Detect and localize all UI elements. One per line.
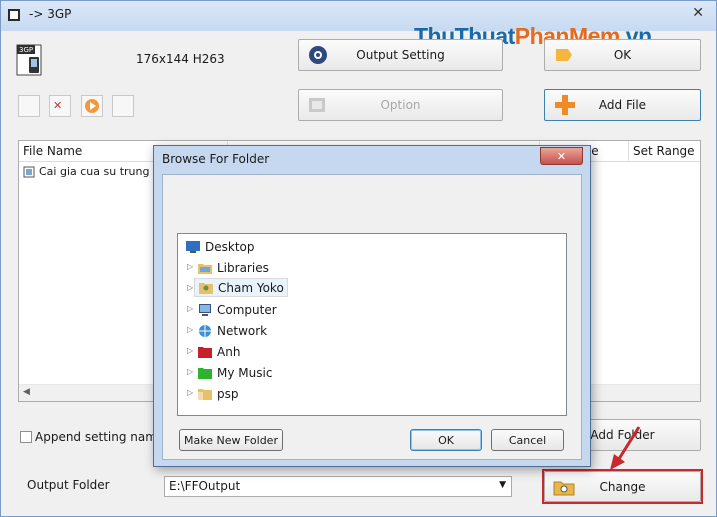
expand-icon[interactable]: ▷	[187, 304, 193, 313]
ok-button[interactable]: OK	[544, 39, 701, 71]
expand-icon[interactable]: ▷	[187, 388, 193, 397]
user-folder-icon	[199, 282, 213, 294]
red-arrow-icon	[610, 426, 641, 470]
column-file-name[interactable]: File Name	[23, 144, 82, 158]
dialog-ok-button[interactable]: OK	[410, 429, 482, 451]
append-setting-checkbox[interactable]	[20, 431, 32, 443]
3gp-file-icon: 3GP	[16, 44, 42, 76]
tree-item-cham-yoko[interactable]: Cham Yoko	[194, 278, 288, 297]
tree-item-psp[interactable]: psp	[194, 384, 242, 403]
dialog-close-button[interactable]: ✕	[540, 147, 583, 165]
info-icon[interactable]	[112, 95, 134, 117]
film-icon	[309, 98, 325, 112]
remove-icon[interactable]: ✕	[49, 95, 71, 117]
highlight-box	[542, 469, 703, 504]
folder-green-icon	[198, 367, 212, 379]
libraries-icon	[198, 263, 212, 274]
format-info: 176x144 H263	[136, 52, 225, 66]
option-button[interactable]: Option	[298, 89, 503, 121]
expand-icon[interactable]: ▷	[187, 262, 193, 271]
expand-icon[interactable]: ▷	[187, 346, 193, 355]
dialog-title: Browse For Folder	[162, 152, 270, 166]
add-file-button[interactable]: Add File	[544, 89, 701, 121]
expand-icon[interactable]: ▷	[187, 325, 193, 334]
list-item[interactable]: Cai gia cua su trung thu	[23, 165, 171, 178]
video-file-icon	[23, 166, 35, 177]
dialog-cancel-button[interactable]: Cancel	[491, 429, 564, 451]
desktop-icon	[186, 240, 200, 253]
tree-item-my-music[interactable]: My Music	[194, 363, 275, 382]
output-folder-label: Output Folder	[27, 478, 110, 492]
window-title: -> 3GP	[29, 7, 72, 21]
make-new-folder-button[interactable]: Make New Folder	[179, 429, 283, 451]
dialog-body: Desktop ▷ Libraries ▷ Cham Yoko ▷ Comput…	[162, 174, 582, 460]
column-set-range[interactable]: Set Range	[633, 144, 695, 158]
output-setting-button[interactable]: Output Setting	[298, 39, 503, 71]
folder-tree[interactable]: Desktop ▷ Libraries ▷ Cham Yoko ▷ Comput…	[177, 233, 567, 416]
tree-item-desktop[interactable]: Desktop	[182, 237, 258, 256]
folder-icon	[198, 388, 212, 400]
scroll-left-icon[interactable]: ◀	[23, 387, 30, 397]
tree-item-computer[interactable]: Computer	[194, 300, 280, 319]
tree-item-network[interactable]: Network	[194, 321, 270, 340]
settings-gear-icon	[309, 46, 327, 64]
network-icon	[199, 324, 211, 337]
svg-text:3GP: 3GP	[19, 46, 33, 54]
window-close-button[interactable]: ✕	[692, 5, 704, 21]
tree-item-libraries[interactable]: Libraries	[194, 258, 272, 277]
ok-arrow-icon	[556, 49, 572, 61]
browse-folder-dialog: Browse For Folder ✕ Desktop ▷ Libraries …	[153, 145, 591, 467]
expand-icon[interactable]: ▷	[187, 283, 193, 292]
play-icon[interactable]	[81, 95, 103, 117]
tree-item-anh[interactable]: Anh	[194, 342, 243, 361]
plus-icon	[555, 95, 575, 115]
expand-icon[interactable]: ▷	[187, 367, 193, 376]
computer-icon	[199, 303, 211, 316]
output-folder-combobox[interactable]: E:\FFOutput ▼	[164, 476, 512, 497]
chevron-down-icon[interactable]: ▼	[499, 480, 506, 490]
app-icon	[8, 9, 20, 21]
folder-red-icon	[198, 346, 212, 358]
add-single-icon[interactable]	[18, 95, 40, 117]
